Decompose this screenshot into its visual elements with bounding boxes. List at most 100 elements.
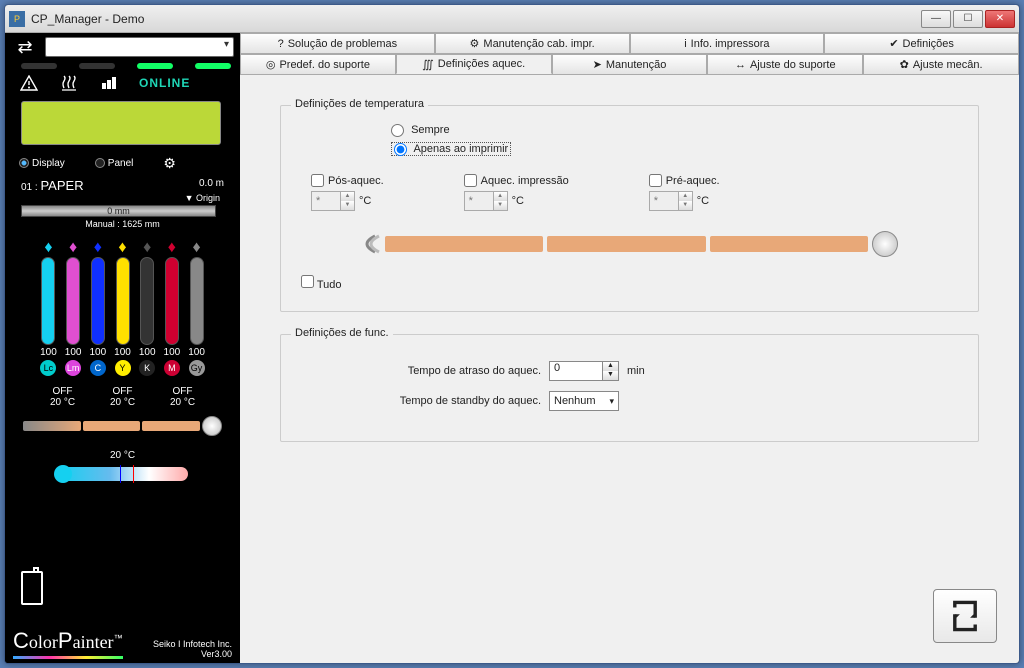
tab-icon: ∭	[422, 58, 434, 71]
sidebar: ⇄ ONLINE Display Panel ⚙	[5, 33, 240, 664]
tab-defini-es[interactable]: ✔ Definições	[824, 33, 1019, 53]
display-radio[interactable]	[19, 158, 29, 168]
ink-tube	[116, 257, 130, 345]
ink-Y: ♦ 100 Y	[114, 241, 131, 376]
spin-up-icon[interactable]: ▲	[678, 192, 692, 201]
ink-C: ♦ 100 C	[89, 241, 106, 376]
heater-name: Pré-aquec.	[666, 175, 720, 187]
swap-icon[interactable]: ⇄	[11, 37, 39, 57]
display-label: Display	[32, 158, 65, 169]
heater-enable-checkbox[interactable]	[464, 174, 477, 187]
heater-name: Pós-aquec.	[328, 175, 384, 187]
tab-icon: i	[684, 38, 686, 50]
ink-code: C	[90, 360, 106, 376]
spin-down-icon[interactable]: ▼	[602, 371, 618, 380]
media-bar[interactable]: 0 mm	[21, 205, 216, 217]
tab-icon: ⚙	[470, 37, 480, 50]
tab-solu-o-de-problemas[interactable]: ?Solução de problemas	[240, 33, 435, 53]
delay-unit: min	[627, 365, 645, 377]
heat-icon	[59, 75, 79, 91]
led-4	[195, 63, 231, 69]
main-panel: ?Solução de problemas⚙Manutenção cab. im…	[240, 33, 1019, 664]
spin-down-icon[interactable]: ▼	[340, 201, 354, 210]
ink-tube	[66, 257, 80, 345]
led-3	[137, 63, 173, 69]
ink-M: ♦ 100 M	[164, 241, 181, 376]
maximize-button[interactable]: ☐	[953, 10, 983, 28]
heater-enable-checkbox[interactable]	[649, 174, 662, 187]
media-position: 0.0 m	[199, 178, 224, 193]
media-manual: Manual : 1625 mm	[21, 219, 224, 229]
heater-status-row: OFF20 °COFF20 °COFF20 °C	[11, 380, 234, 412]
spin-up-icon[interactable]: ▲	[493, 192, 507, 201]
standby-select[interactable]: Nenhum	[549, 391, 619, 411]
ink-code: M	[164, 360, 180, 376]
ink-code: Gy	[189, 360, 205, 376]
tab-icon: ✿	[900, 58, 909, 71]
temperature-group-title: Definições de temperatura	[291, 98, 428, 110]
heater-status: OFF20 °C	[39, 386, 87, 408]
tab-icon: ✔	[889, 37, 898, 50]
tab-manuten-o-cab-impr-[interactable]: ⚙Manutenção cab. impr.	[435, 33, 630, 53]
heater-status: OFF20 °C	[159, 386, 207, 408]
tab-label: Predef. do suporte	[279, 59, 370, 71]
ink-Lm: ♦ 100 Lm	[65, 241, 82, 376]
ink-tube	[140, 257, 154, 345]
spin-up-icon[interactable]: ▲	[602, 362, 618, 371]
tab-ajuste-do-suporte[interactable]: ↔Ajuste do suporte	[707, 54, 863, 74]
drop-icon: ♦	[44, 241, 52, 255]
gear-icon[interactable]: ⚙	[163, 155, 176, 172]
tab-manuten-o[interactable]: ➤Manutenção	[552, 54, 708, 74]
ink-Lc: ♦ 100 Lc	[40, 241, 57, 376]
spin-down-icon[interactable]: ▼	[493, 201, 507, 210]
tab-info-impressora[interactable]: iInfo. impressora	[630, 33, 825, 53]
heater-enable-checkbox[interactable]	[311, 174, 324, 187]
ink-code: K	[139, 360, 155, 376]
ink-code: Lc	[40, 360, 56, 376]
panel-radio[interactable]	[95, 158, 105, 168]
media-info: 01 : PAPER0.0 m ▼ Origin 0 mm Manual : 1…	[11, 174, 234, 231]
ink-tube	[91, 257, 105, 345]
app-icon: P	[9, 11, 25, 27]
tab-defini-es-aquec-[interactable]: ∭Definições aquec.	[396, 54, 552, 74]
ink-level: 100	[89, 347, 106, 358]
tab-predef-do-suporte[interactable]: ◎Predef. do suporte	[240, 54, 396, 74]
tab-label: Solução de problemas	[288, 38, 397, 50]
tudo-checkbox[interactable]: Tudo	[301, 279, 342, 291]
tab-label: Manutenção	[606, 59, 667, 71]
opt-printing[interactable]: Apenas ao imprimir	[391, 142, 511, 156]
heater-temp-input[interactable]: *▲▼	[311, 191, 355, 211]
drop-icon: ♦	[118, 241, 126, 255]
ink-code: Lm	[65, 360, 81, 376]
tab-ajuste-mec-n-[interactable]: ✿Ajuste mecân.	[863, 54, 1019, 74]
refresh-button[interactable]	[933, 589, 997, 643]
heater-knob-icon	[202, 416, 222, 436]
spin-down-icon[interactable]: ▼	[678, 201, 692, 210]
tab-label: Definições	[903, 38, 954, 50]
tab-icon: ◎	[266, 58, 276, 71]
heater-block: Pré-aquec. *▲▼ °C	[649, 174, 720, 211]
delay-input[interactable]: 0▲▼	[549, 361, 619, 381]
tab-label: Manutenção cab. impr.	[483, 38, 594, 50]
minimize-button[interactable]: —	[921, 10, 951, 28]
ink-level: 100	[65, 347, 82, 358]
function-group: Definições de func. Tempo de atraso do a…	[280, 334, 979, 442]
ink-level: 100	[114, 347, 131, 358]
temperature-group: Definições de temperatura Sempre Apenas …	[280, 105, 979, 312]
media-origin: ▼ Origin	[21, 193, 224, 203]
heater-block: Pós-aquec. *▲▼ °C	[311, 174, 384, 211]
ink-tube	[190, 257, 204, 345]
printer-select[interactable]	[45, 37, 234, 57]
heater-name: Aquec. impressão	[481, 175, 569, 187]
heater-temp-input[interactable]: *▲▼	[649, 191, 693, 211]
opt-always[interactable]: Sempre	[391, 124, 450, 136]
heater-temp-input[interactable]: *▲▼	[464, 191, 508, 211]
heater-bar-knob-icon	[872, 231, 898, 257]
ink-Gy: ♦ 100 Gy	[188, 241, 205, 376]
close-button[interactable]: ✕	[985, 10, 1015, 28]
online-status: ONLINE	[139, 76, 190, 90]
thermometer-icon	[58, 467, 188, 481]
env-temp: 20 °C	[11, 440, 234, 461]
unit-label: °C	[697, 195, 709, 207]
spin-up-icon[interactable]: ▲	[340, 192, 354, 201]
